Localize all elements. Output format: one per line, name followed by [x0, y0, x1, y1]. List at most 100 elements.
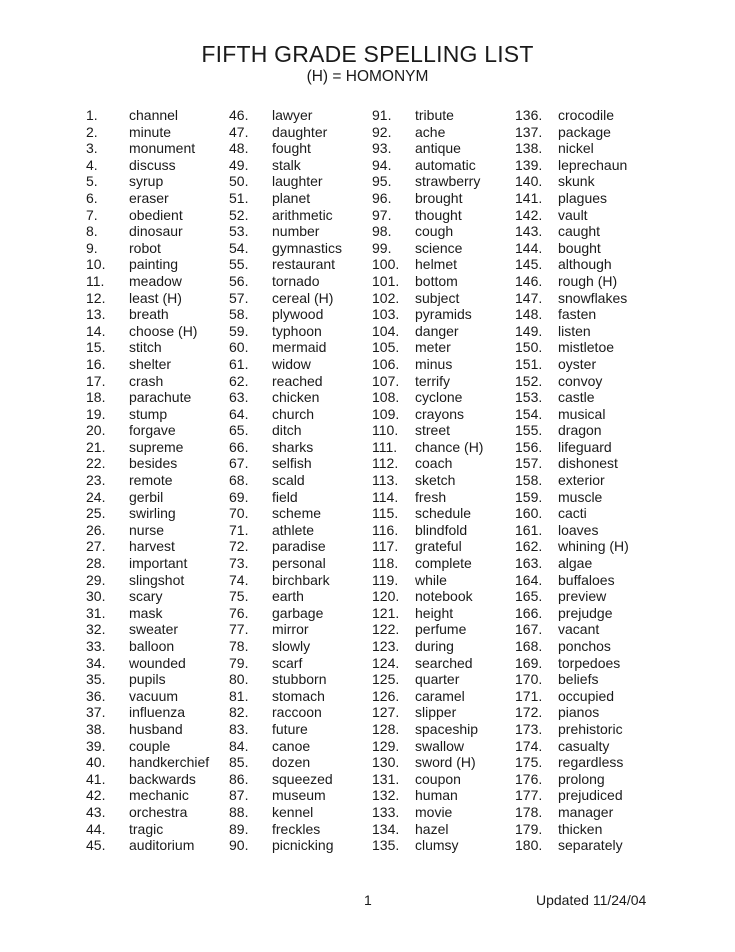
item-number: 113.: [372, 472, 399, 489]
spelling-word: swallow: [415, 737, 465, 754]
spelling-word: canoe: [272, 737, 311, 754]
spelling-word: squeezed: [272, 770, 333, 787]
spelling-word: leprechaun: [558, 156, 628, 173]
item-number: 96.: [372, 189, 392, 206]
item-number: 160.: [515, 505, 543, 522]
spelling-word: quarter: [415, 671, 460, 688]
item-number: 21.: [86, 438, 106, 455]
spelling-word: selfish: [272, 455, 312, 472]
item-number: 95.: [372, 173, 392, 190]
spelling-word: rough (H): [558, 272, 618, 289]
item-number: 74.: [229, 571, 249, 588]
spelling-word: shelter: [129, 355, 172, 372]
spelling-word: stomach: [272, 687, 325, 704]
item-number: 122.: [372, 621, 400, 638]
spelling-word: plagues: [558, 189, 608, 206]
spelling-word: movie: [415, 803, 453, 820]
spelling-word: while: [415, 571, 447, 588]
spelling-word: buffaloes: [558, 571, 615, 588]
item-number: 64.: [229, 405, 249, 422]
spelling-word: orchestra: [129, 803, 188, 820]
spelling-word: backwards: [129, 770, 196, 787]
spelling-word: science: [415, 239, 463, 256]
item-number: 12.: [86, 289, 106, 306]
spelling-word: dozen: [272, 754, 311, 771]
item-number: 79.: [229, 654, 249, 671]
item-number: 89.: [229, 820, 249, 837]
item-number: 120.: [372, 588, 400, 605]
item-number: 152.: [515, 372, 543, 389]
item-number: 3.: [86, 140, 98, 157]
item-number: 139.: [515, 156, 543, 173]
item-number: 91.: [372, 107, 392, 123]
item-number: 144.: [515, 239, 543, 256]
spelling-word: minute: [129, 123, 172, 140]
spelling-word: sketch: [415, 472, 456, 489]
item-number: 49.: [229, 156, 249, 173]
item-number: 149.: [515, 322, 543, 339]
item-number: 172.: [515, 704, 543, 721]
item-number: 43.: [86, 803, 106, 820]
spelling-word: minus: [415, 355, 453, 372]
item-number: 6.: [86, 189, 98, 206]
spelling-word: dishonest: [558, 455, 618, 472]
item-number: 159.: [515, 488, 543, 505]
item-number: 8.: [86, 223, 98, 240]
spelling-word: crash: [129, 372, 164, 389]
item-number: 11.: [86, 272, 105, 289]
item-number: 166.: [515, 604, 543, 621]
spelling-word: listen: [558, 322, 591, 339]
spelling-word: regardless: [558, 754, 624, 771]
spelling-word: personal: [272, 555, 326, 572]
spelling-word: chance (H): [415, 438, 484, 455]
item-number: 174.: [515, 737, 543, 754]
item-number: 179.: [515, 820, 543, 837]
spelling-word: wounded: [129, 654, 186, 671]
item-number: 99.: [372, 239, 392, 256]
spelling-word: birchbark: [272, 571, 330, 588]
item-number: 81.: [229, 687, 249, 704]
spelling-word: casualty: [558, 737, 610, 754]
item-number: 52.: [229, 206, 249, 223]
spelling-word: terrify: [415, 372, 450, 389]
spelling-word: paradise: [272, 538, 326, 555]
spelling-word: complete: [415, 555, 472, 572]
spelling-word: hazel: [415, 820, 449, 837]
spelling-word: robot: [129, 239, 161, 256]
item-number: 39.: [86, 737, 106, 754]
spelling-word: arithmetic: [272, 206, 333, 223]
spelling-word: blindfold: [415, 521, 468, 538]
item-number: 117.: [372, 538, 399, 555]
item-number: 98.: [372, 223, 392, 240]
spelling-word: pianos: [558, 704, 600, 721]
item-number: 162.: [515, 538, 543, 555]
item-number: 32.: [86, 621, 106, 638]
spelling-word: nurse: [129, 521, 165, 538]
spelling-word: prejudiced: [558, 787, 623, 804]
item-number: 2.: [86, 123, 98, 140]
item-number: 31.: [86, 604, 106, 621]
spelling-word: muscle: [558, 488, 603, 505]
item-number: 10.: [86, 256, 106, 273]
item-number: 87.: [229, 787, 249, 804]
spelling-word: scarf: [272, 654, 303, 671]
item-number: 9.: [86, 239, 98, 256]
spelling-word: least (H): [129, 289, 182, 306]
item-number: 55.: [229, 256, 249, 273]
spelling-word: monument: [129, 140, 196, 157]
spelling-word: tribute: [415, 107, 454, 123]
item-number: 16.: [86, 355, 106, 372]
spelling-word: coach: [415, 455, 453, 472]
item-number: 42.: [86, 787, 106, 804]
item-number: 150.: [515, 339, 543, 356]
spelling-word: separately: [558, 837, 623, 854]
item-number: 53.: [229, 223, 249, 240]
spelling-word: athlete: [272, 521, 315, 538]
spelling-word: snowflakes: [558, 289, 628, 306]
spelling-word: scald: [272, 472, 305, 489]
item-number: 104.: [372, 322, 400, 339]
spelling-word: algae: [558, 555, 593, 572]
item-number: 63.: [229, 389, 249, 406]
item-number: 33.: [86, 638, 106, 654]
spelling-word: fought: [272, 140, 311, 157]
